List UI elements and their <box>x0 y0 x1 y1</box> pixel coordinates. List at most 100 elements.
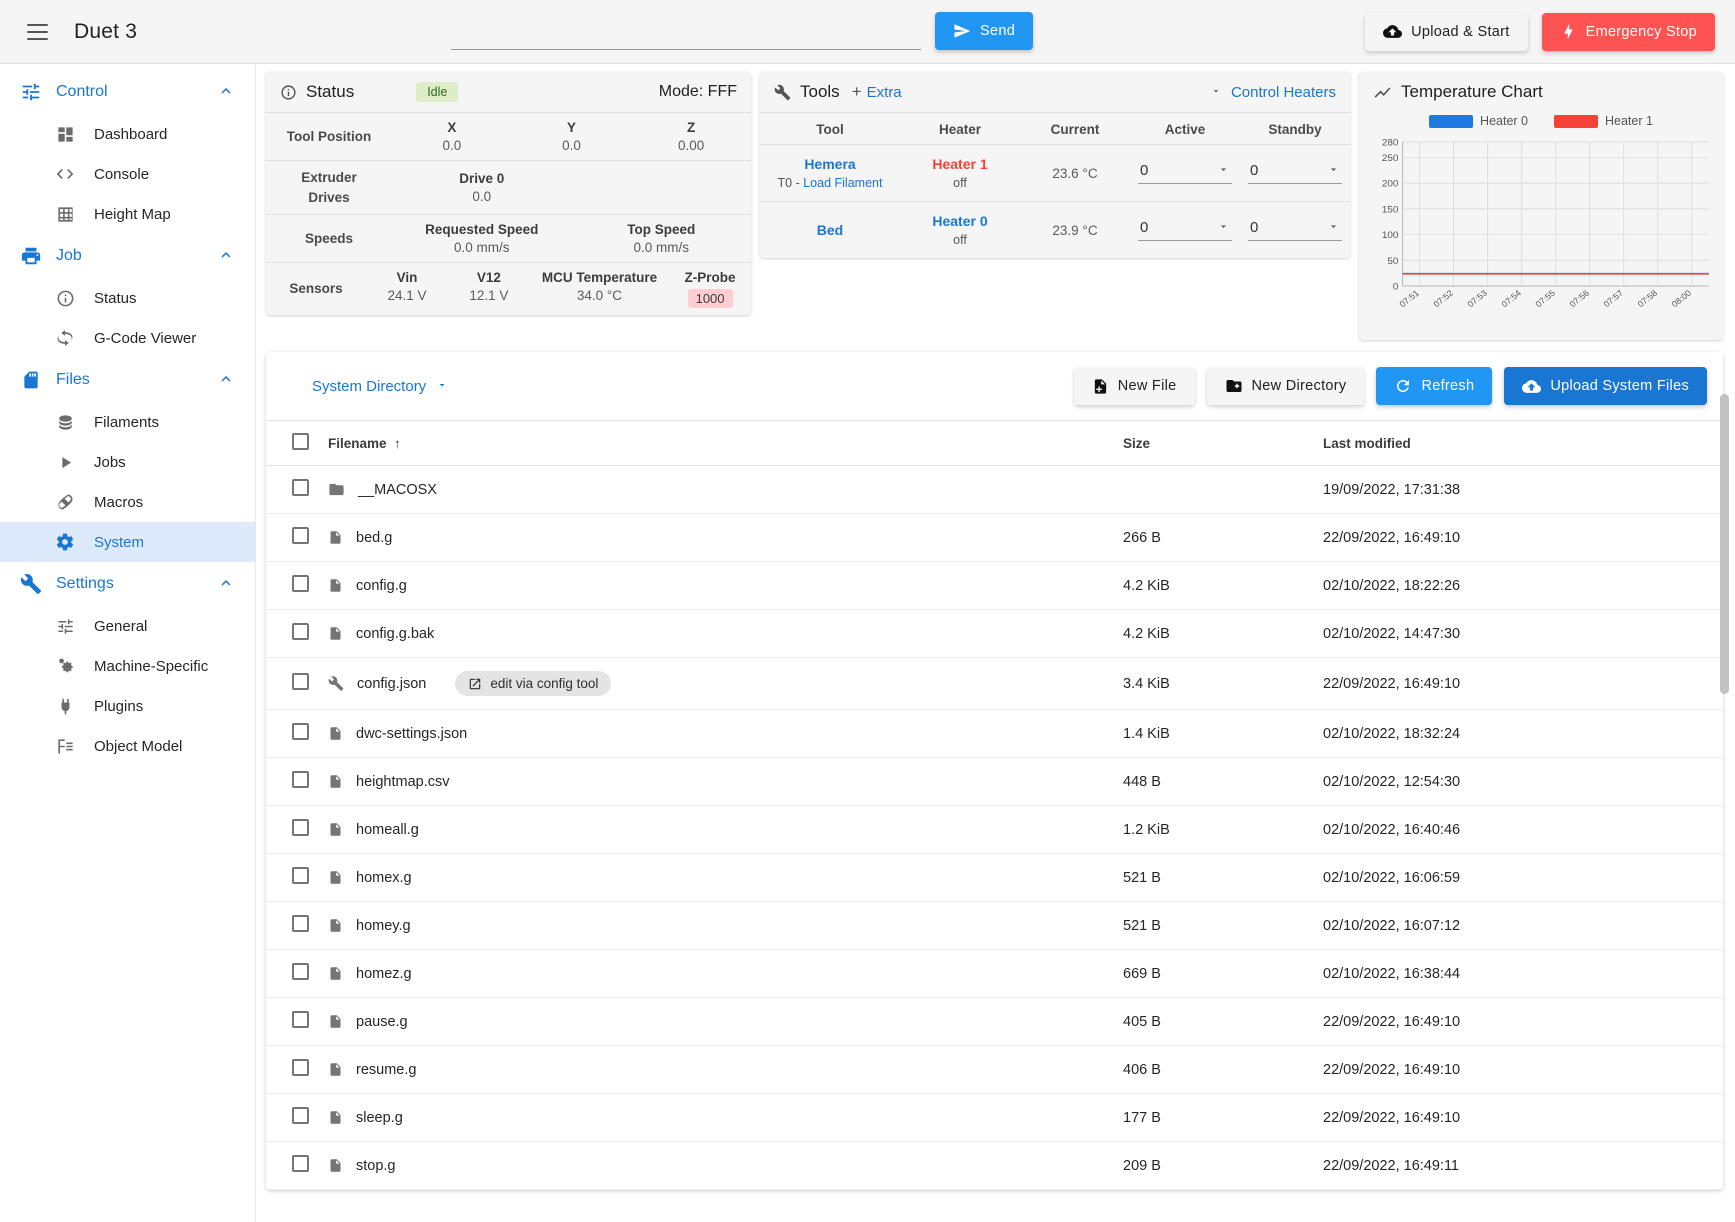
standby-temp-select[interactable]: 0 <box>1240 162 1350 184</box>
filename-cell[interactable]: config.json edit via config tool <box>328 657 1123 710</box>
row-checkbox[interactable] <box>292 1011 309 1028</box>
table-row[interactable]: dwc-settings.json 1.4 KiB 02/10/2022, 18:3… <box>266 709 1723 758</box>
emergency-stop-button[interactable]: Emergency Stop <box>1541 12 1715 51</box>
chevron-up-icon[interactable] <box>217 370 235 391</box>
table-row[interactable]: resume.g 406 B 22/09/2022, 16:49:10 <box>266 1045 1723 1094</box>
files-toolbar: System Directory New File New Directory <box>266 352 1723 420</box>
edit-via-config-tool-chip[interactable]: edit via config tool <box>455 671 612 696</box>
sidebar-item-jobs[interactable]: Jobs <box>0 442 255 482</box>
row-checkbox[interactable] <box>292 867 309 884</box>
row-checkbox[interactable] <box>292 963 309 980</box>
heater-name-link[interactable]: Heater 0 <box>900 213 1020 229</box>
row-checkbox[interactable] <box>292 575 309 592</box>
table-row[interactable]: homey.g 521 B 02/10/2022, 16:07:12 <box>266 901 1723 950</box>
filename-cell[interactable]: dwc-settings.json <box>328 709 1123 758</box>
chevron-up-icon[interactable] <box>217 574 235 595</box>
filename-cell[interactable]: homeall.g <box>328 805 1123 854</box>
filename-cell[interactable]: config.g.bak <box>328 609 1123 658</box>
add-tool-icon[interactable]: + <box>852 82 862 102</box>
tool-name-link[interactable]: Hemera <box>760 156 900 172</box>
load-filament-link[interactable]: Load Filament <box>803 176 882 190</box>
tool-name-link[interactable]: Bed <box>760 222 900 238</box>
row-checkbox[interactable] <box>292 1107 309 1124</box>
row-checkbox[interactable] <box>292 479 309 496</box>
heater-name-link[interactable]: Heater 1 <box>900 156 1020 172</box>
row-checkbox[interactable] <box>292 673 309 690</box>
sidebar-item-status[interactable]: Status <box>0 278 255 318</box>
legend-item-heater0[interactable]: Heater 0 <box>1429 114 1528 128</box>
sidebar-group-control[interactable]: Control <box>0 70 255 114</box>
sidebar-item-general[interactable]: General <box>0 606 255 646</box>
sidebar-group-files[interactable]: Files <box>0 358 255 402</box>
row-checkbox[interactable] <box>292 527 309 544</box>
filename-cell[interactable]: heightmap.csv <box>328 757 1123 806</box>
sidebar-item-plugins[interactable]: Plugins <box>0 686 255 726</box>
table-row[interactable]: bed.g 266 B 22/09/2022, 16:49:10 <box>266 513 1723 562</box>
row-checkbox[interactable] <box>292 915 309 932</box>
sidebar-item-gcode-viewer[interactable]: G-Code Viewer <box>0 318 255 358</box>
row-checkbox[interactable] <box>292 1155 309 1172</box>
send-button[interactable]: Send <box>935 11 1034 50</box>
filename-cell[interactable]: stop.g <box>328 1141 1123 1190</box>
filename-cell[interactable]: homey.g <box>328 901 1123 950</box>
new-file-button[interactable]: New File <box>1073 367 1195 405</box>
row-checkbox[interactable] <box>292 723 309 740</box>
sidebar-item-object-model[interactable]: Object Model <box>0 726 255 766</box>
filename-cell[interactable]: __MACOSX <box>328 465 1123 514</box>
table-row[interactable]: homex.g 521 B 02/10/2022, 16:06:59 <box>266 853 1723 902</box>
control-heaters-link[interactable]: Control Heaters <box>1231 84 1336 101</box>
table-row[interactable]: homez.g 669 B 02/10/2022, 16:38:44 <box>266 949 1723 998</box>
table-row[interactable]: sleep.g 177 B 22/09/2022, 16:49:10 <box>266 1093 1723 1142</box>
sidebar-group-settings[interactable]: Settings <box>0 562 255 606</box>
row-checkbox[interactable] <box>292 623 309 640</box>
size-header[interactable]: Size <box>1123 420 1323 466</box>
table-row[interactable]: heightmap.csv 448 B 02/10/2022, 12:54:30 <box>266 757 1723 806</box>
table-row[interactable]: config.json edit via config tool 3.4 KiB 22… <box>266 657 1723 710</box>
row-checkbox[interactable] <box>292 771 309 788</box>
chevron-up-icon[interactable] <box>217 246 235 267</box>
filename-cell[interactable]: homez.g <box>328 949 1123 998</box>
active-temp-select[interactable]: 0 <box>1130 219 1240 241</box>
table-row[interactable]: __MACOSX 19/09/2022, 17:31:38 <box>266 465 1723 514</box>
filename-cell[interactable]: pause.g <box>328 997 1123 1046</box>
sidebar-item-filaments[interactable]: Filaments <box>0 402 255 442</box>
row-checkbox[interactable] <box>292 819 309 836</box>
extra-link[interactable]: Extra <box>867 84 902 101</box>
scrollbar-thumb[interactable] <box>1720 394 1729 694</box>
refresh-button[interactable]: Refresh <box>1376 367 1493 405</box>
sidebar-item-dashboard[interactable]: Dashboard <box>0 114 255 154</box>
caret-down-icon[interactable] <box>1210 85 1222 100</box>
row-checkbox[interactable] <box>292 1059 309 1076</box>
upload-and-start-button[interactable]: Upload & Start <box>1365 12 1528 51</box>
active-temp-select[interactable]: 0 <box>1130 162 1240 184</box>
sidebar-item-system[interactable]: System <box>0 522 255 562</box>
sidebar-item-height-map[interactable]: Height Map <box>0 194 255 234</box>
directory-selector[interactable]: System Directory <box>312 378 448 395</box>
legend-item-heater1[interactable]: Heater 1 <box>1554 114 1653 128</box>
chevron-up-icon[interactable] <box>217 82 235 103</box>
table-row[interactable]: config.g 4.2 KiB 02/10/2022, 18:22:26 <box>266 561 1723 610</box>
last-modified-header[interactable]: Last modified <box>1323 420 1723 466</box>
sidebar-group-job[interactable]: Job <box>0 234 255 278</box>
caret-down-icon <box>436 378 448 395</box>
filename-cell[interactable]: homex.g <box>328 853 1123 902</box>
sidebar-item-machine-specific[interactable]: Machine-Specific <box>0 646 255 686</box>
sidebar-item-console[interactable]: Console <box>0 154 255 194</box>
table-row[interactable]: homeall.g 1.2 KiB 02/10/2022, 16:40:46 <box>266 805 1723 854</box>
table-row[interactable]: pause.g 405 B 22/09/2022, 16:49:10 <box>266 997 1723 1046</box>
sidebar-item-macros[interactable]: Macros <box>0 482 255 522</box>
table-row[interactable]: stop.g 209 B 22/09/2022, 16:49:11 <box>266 1141 1723 1190</box>
filename-cell[interactable]: bed.g <box>328 513 1123 562</box>
upload-system-files-button[interactable]: Upload System Files <box>1504 367 1707 405</box>
page-scrollbar[interactable] <box>1720 64 1729 1222</box>
gcode-input[interactable] <box>451 26 922 50</box>
standby-temp-select[interactable]: 0 <box>1240 219 1350 241</box>
new-directory-button[interactable]: New Directory <box>1206 367 1365 405</box>
filename-cell[interactable]: sleep.g <box>328 1093 1123 1142</box>
filename-header[interactable]: Filename ↑ <box>328 420 1123 466</box>
filename-cell[interactable]: resume.g <box>328 1045 1123 1094</box>
select-all-checkbox[interactable] <box>292 433 309 450</box>
filename-cell[interactable]: config.g <box>328 561 1123 610</box>
hamburger-icon[interactable] <box>20 15 54 49</box>
table-row[interactable]: config.g.bak 4.2 KiB 02/10/2022, 14:47:30 <box>266 609 1723 658</box>
